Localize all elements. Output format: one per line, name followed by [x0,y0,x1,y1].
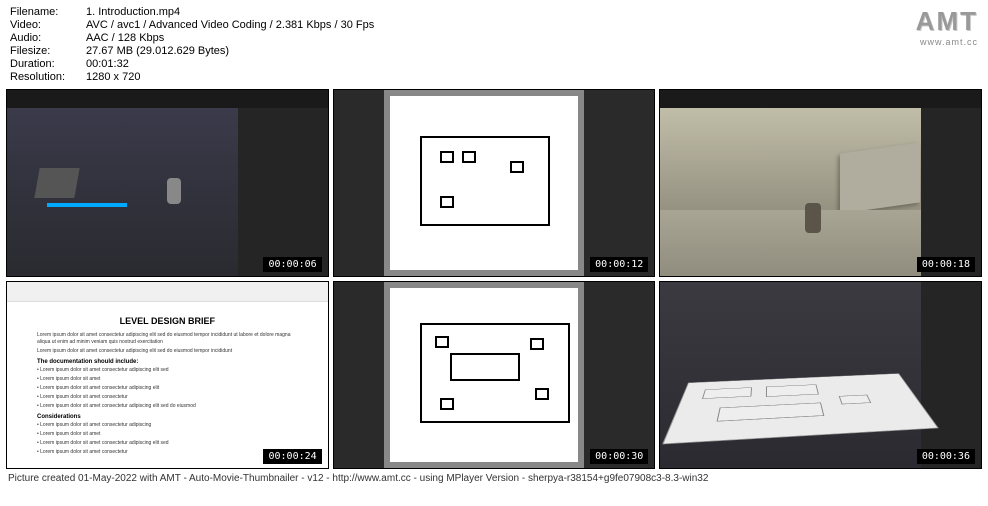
doc-bullet: • Lorem ipsum dolor sit amet consectetur… [37,367,298,374]
thumbnail-2: 00:00:12 [333,89,656,277]
doc-title: LEVEL DESIGN BRIEF [37,316,298,326]
sketch-paper [390,288,579,462]
sketch-element [530,338,544,350]
sketch-element [440,398,454,410]
tool-panel-left [334,282,384,468]
meta-value: 1. Introduction.mp4 [86,6,180,18]
meta-label: Resolution: [10,71,86,83]
meta-value: 1280 x 720 [86,71,140,83]
sketch-paper [390,96,579,270]
outliner-panel [238,108,328,276]
meta-value: AVC / avc1 / Advanced Video Coding / 2.3… [86,19,374,31]
doc-bullet: • Lorem ipsum dolor sit amet consectetur [37,394,298,401]
logo: AMT www.amt.cc [916,6,978,83]
scene-block [839,395,871,405]
timestamp-badge: 00:00:36 [917,449,975,464]
sketch-element [510,161,524,173]
doc-bullet: • Lorem ipsum dolor sit amet consectetur [37,449,298,456]
meta-label: Audio: [10,32,86,44]
browser-toolbar [7,282,328,302]
meta-label: Duration: [10,58,86,70]
viewport-3d [7,108,238,276]
properties-panel [921,108,981,276]
app-menubar [660,90,981,108]
timestamp-badge: 00:00:12 [590,257,648,272]
sketch-outline [420,136,550,226]
doc-paragraph: Lorem ipsum dolor sit amet consectetur a… [37,332,298,346]
timestamp-badge: 00:00:30 [590,449,648,464]
logo-url: www.amt.cc [916,37,978,47]
canvas [384,282,585,468]
meta-label: Video: [10,19,86,31]
thumbnail-5: 00:00:30 [333,281,656,469]
meta-label: Filesize: [10,45,86,57]
meta-row-audio: Audio: AAC / 128 Kbps [10,32,374,44]
scene-geometry [34,168,79,198]
meta-value: AAC / 128 Kbps [86,32,164,44]
doc-bullet: • Lorem ipsum dolor sit amet [37,376,298,383]
scene-character [167,178,181,204]
app-menubar [7,90,328,108]
scene-block [766,384,819,397]
meta-row-video: Video: AVC / avc1 / Advanced Video Codin… [10,19,374,31]
footer-credit: Picture created 01-May-2022 with AMT - A… [0,469,988,488]
thumbnail-grid: 00:00:06 00:00:12 [0,89,988,469]
document-body: LEVEL DESIGN BRIEF Lorem ipsum dolor sit… [7,302,328,468]
doc-bullet: • Lorem ipsum dolor sit amet consectetur… [37,422,298,429]
doc-bullet: • Lorem ipsum dolor sit amet consectetur… [37,403,298,410]
sketch-element [450,353,520,381]
doc-bullet: • Lorem ipsum dolor sit amet consectetur… [37,385,298,392]
sketch-element [435,336,449,348]
properties-panel [921,282,981,468]
meta-value: 00:01:32 [86,58,129,70]
sketch-element [440,196,454,208]
meta-row-resolution: Resolution: 1280 x 720 [10,71,374,83]
meta-label: Filename: [10,6,86,18]
scene-platform [47,203,127,207]
thumbnail-1: 00:00:06 [6,89,329,277]
scene-wall [840,142,920,213]
scene-character [805,203,821,233]
meta-row-filename: Filename: 1. Introduction.mp4 [10,6,374,18]
doc-bullet: • Lorem ipsum dolor sit amet [37,431,298,438]
timestamp-badge: 00:00:24 [263,449,321,464]
sketch-element [462,151,476,163]
meta-row-duration: Duration: 00:01:32 [10,58,374,70]
doc-heading: The documentation should include: [37,359,298,365]
header: Filename: 1. Introduction.mp4 Video: AVC… [0,0,988,89]
scene-block [702,387,752,399]
timestamp-badge: 00:00:18 [917,257,975,272]
sketch-element [535,388,549,400]
canvas [384,90,585,276]
scene-block [717,403,825,422]
thumbnail-4: LEVEL DESIGN BRIEF Lorem ipsum dolor sit… [6,281,329,469]
meta-value: 27.67 MB (29.012.629 Bytes) [86,45,229,57]
tool-panel-right [584,282,654,468]
logo-text: AMT [916,6,978,37]
thumbnail-3: 00:00:18 [659,89,982,277]
meta-row-filesize: Filesize: 27.67 MB (29.012.629 Bytes) [10,45,374,57]
scene-floorplan [662,373,939,444]
sketch-element [440,151,454,163]
tool-panel-left [334,90,384,276]
tool-panel-right [584,90,654,276]
thumbnail-6: 00:00:36 [659,281,982,469]
timestamp-badge: 00:00:06 [263,257,321,272]
doc-heading: Considerations [37,414,298,420]
doc-paragraph: Lorem ipsum dolor sit amet consectetur a… [37,348,298,355]
viewport-3d [660,282,921,468]
doc-bullet: • Lorem ipsum dolor sit amet consectetur… [37,440,298,447]
metadata-table: Filename: 1. Introduction.mp4 Video: AVC… [10,6,374,83]
